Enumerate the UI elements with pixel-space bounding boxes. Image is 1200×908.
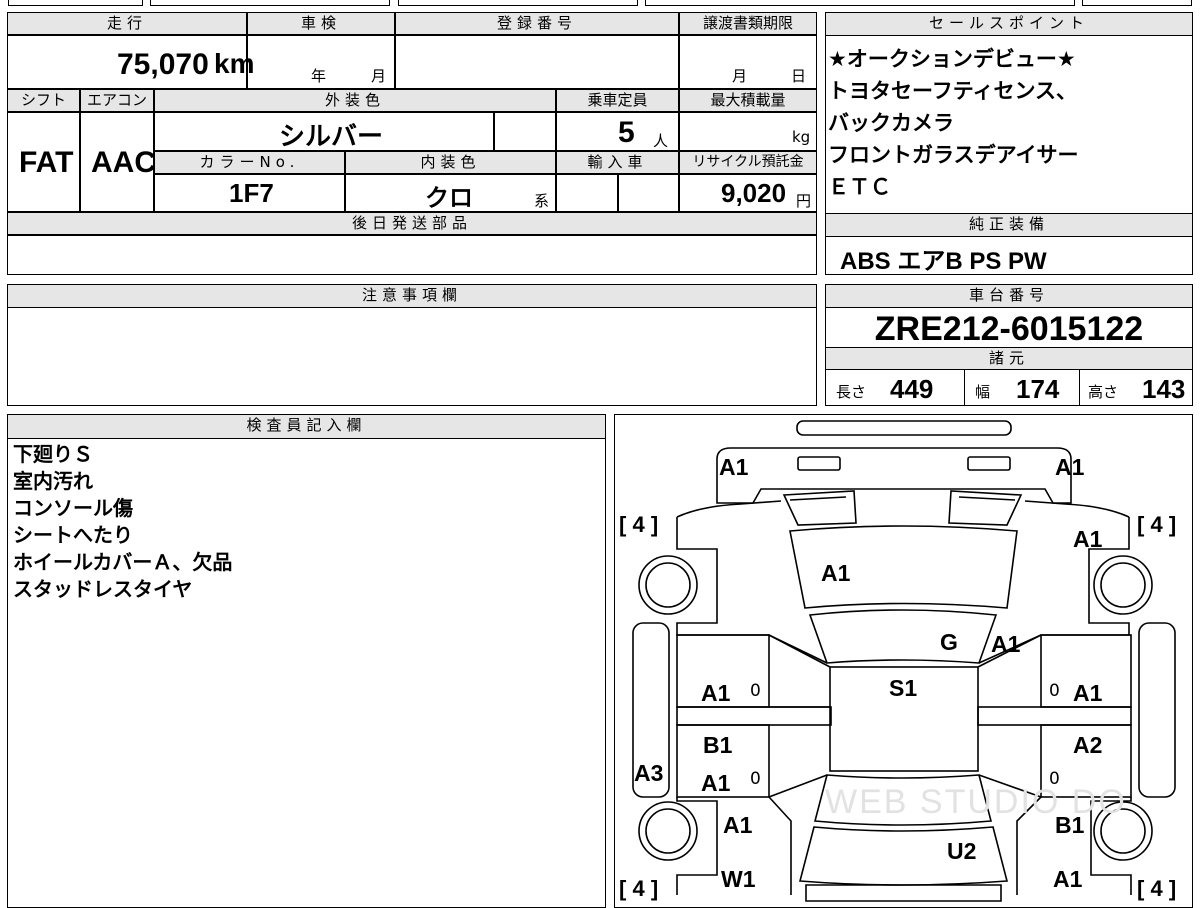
color-no-header: カラーNo. (154, 151, 345, 174)
tire-value: 4 (632, 876, 645, 901)
damage-glass: G (940, 629, 958, 655)
color-no-value: 1F7 (229, 178, 274, 208)
damage-front-right: A1 (1055, 454, 1085, 480)
interior-suffix: 系 (534, 192, 550, 210)
genuine-value: ABS エアB PS PW (840, 248, 1047, 275)
inspector-note: コンソール傷 (13, 496, 133, 520)
exterior-value: シルバー (279, 121, 384, 151)
inspector-panel: 検査員記入欄 下廻りＳ 室内汚れ コンソール傷 シートへたり ホイールカバーＡ、… (7, 414, 606, 908)
chassis-number: ZRE212-6015122 (874, 310, 1144, 348)
zero-mark: 0 (750, 769, 761, 789)
width-label: 幅 (975, 383, 991, 401)
damage-roof: S1 (889, 675, 918, 701)
spec-header: 諸元 (825, 347, 1193, 370)
damage-door-rr: A2 (1073, 732, 1103, 758)
tire-value: 4 (1150, 512, 1163, 537)
transfer-day: 日 (791, 67, 807, 85)
damage-front-left: A1 (719, 454, 749, 480)
interior-value: クロ (425, 185, 473, 212)
sales-point-line: トヨタセーフティセンス、 (828, 79, 1078, 103)
capacity-header: 乗車定員 (556, 89, 679, 112)
notes-header: 注意事項欄 (7, 284, 817, 308)
damage-rear-right: A1 (1053, 866, 1083, 892)
damage-door-rl: A1 (701, 770, 731, 796)
inspection-month: 月 (371, 67, 387, 85)
sales-point-line: ＥＴＣ (828, 175, 891, 199)
inspection-header: 車検 (247, 12, 395, 35)
transfer-month: 月 (732, 67, 748, 85)
damage-door-fr: A1 (1073, 680, 1103, 706)
genuine-header: 純正装備 (825, 213, 1193, 237)
car-outline-diagram (632, 420, 1176, 902)
tire-tread-rr: [ 4 ] (1137, 876, 1177, 901)
inspector-note: ホイールカバーＡ、欠品 (13, 550, 233, 574)
sales-point-line: フロントガラスデアイサー (828, 143, 1079, 167)
registration-value (395, 35, 679, 89)
damage-quarter-right: B1 (1055, 812, 1085, 838)
inspector-notes-list: 下廻りＳ 室内汚れ コンソール傷 シートへたり ホイールカバーＡ、欠品 スタッド… (13, 441, 232, 603)
damage-sill-left: A3 (634, 760, 664, 786)
mileage-header: 走行 (7, 12, 247, 35)
recycle-header: リサイクル預託金 (679, 151, 817, 174)
shift-header: シフト (7, 89, 80, 112)
sales-points-panel: セールスポイント ★オークションデビュー★ トヨタセーフティセンス、 バックカメ… (825, 12, 1193, 275)
damage-door-fl: A1 (701, 680, 731, 706)
height-label: 高さ (1088, 383, 1119, 401)
chassis-panel: 車台番号 ZRE212-6015122 諸元 長さ 449 幅 174 高さ 1… (825, 284, 1193, 406)
sales-point-line: バックカメラ (828, 111, 954, 135)
sales-points-list: ★オークションデビュー★ トヨタセーフティセンス、 バックカメラ フロントガラス… (828, 43, 1079, 203)
width-value: 174 (1016, 374, 1060, 404)
height-value: 143 (1142, 374, 1186, 404)
damage-hood: A1 (821, 560, 851, 586)
maxload-unit: kg (792, 128, 811, 146)
transfer-header: 譲渡書類期限 (679, 12, 817, 35)
inspection-year: 年 (311, 67, 327, 85)
inspector-note: スタッドレスタイヤ (13, 577, 193, 601)
later-parts-value (7, 235, 817, 275)
ac-header: エアコン (80, 89, 154, 112)
interior-header: 内装色 (345, 151, 556, 174)
ac-value: AAC (91, 146, 156, 179)
mileage-value: 75,070 (117, 48, 209, 81)
maxload-header: 最大積載量 (679, 89, 817, 112)
capacity-value: 5 (618, 116, 635, 149)
damage-wheel-rl: W1 (721, 866, 756, 892)
recycle-unit: 円 (796, 192, 812, 210)
tire-tread-rl: [ 4 ] (619, 876, 659, 901)
inspector-note: シートへたり (13, 523, 133, 547)
zero-mark: 0 (1049, 681, 1060, 701)
inspector-note: 室内汚れ (13, 469, 93, 493)
later-parts-header: 後日発送部品 (7, 212, 817, 235)
tire-tread-fl: [ 4 ] (619, 512, 659, 537)
registration-header: 登録番号 (395, 12, 679, 35)
damage-door-rl-top: B1 (703, 732, 733, 758)
chassis-header: 車台番号 (825, 284, 1193, 308)
damage-quarter-left: A1 (723, 812, 753, 838)
vehicle-info-table: 走行 車検 登録番号 譲渡書類期限 75,070 km 年 月 月 日 シフト … (7, 12, 817, 275)
length-label: 長さ (836, 383, 867, 401)
car-diagram-panel: WEB STUDIO DO A1 A1 A1 A1 G A1 S1 A1 A1 … (614, 414, 1193, 908)
sales-point-line: ★オークションデビュー★ (828, 47, 1076, 71)
damage-pillar-right: A1 (991, 631, 1021, 657)
zero-mark: 0 (750, 681, 761, 701)
notes-panel: 注意事項欄 (7, 284, 817, 406)
exterior-header: 外装色 (154, 89, 556, 112)
recycle-value: 9,020 (721, 178, 787, 208)
damage-fender-right: A1 (1073, 526, 1103, 552)
inspector-header: 検査員記入欄 (7, 414, 606, 439)
tire-value: 4 (1150, 876, 1163, 901)
top-strip (0, 0, 1200, 8)
damage-trunk: U2 (947, 838, 977, 864)
tire-tread-fr: [ 4 ] (1137, 512, 1177, 537)
inspector-note: 下廻りＳ (13, 442, 93, 466)
shift-value: FAT (19, 146, 74, 179)
tire-value: 4 (632, 512, 645, 537)
length-value: 449 (890, 374, 934, 404)
import-header: 輸入車 (556, 151, 679, 174)
zero-mark: 0 (1049, 769, 1060, 789)
capacity-unit: 人 (653, 132, 669, 150)
sales-points-header: セールスポイント (825, 12, 1193, 36)
